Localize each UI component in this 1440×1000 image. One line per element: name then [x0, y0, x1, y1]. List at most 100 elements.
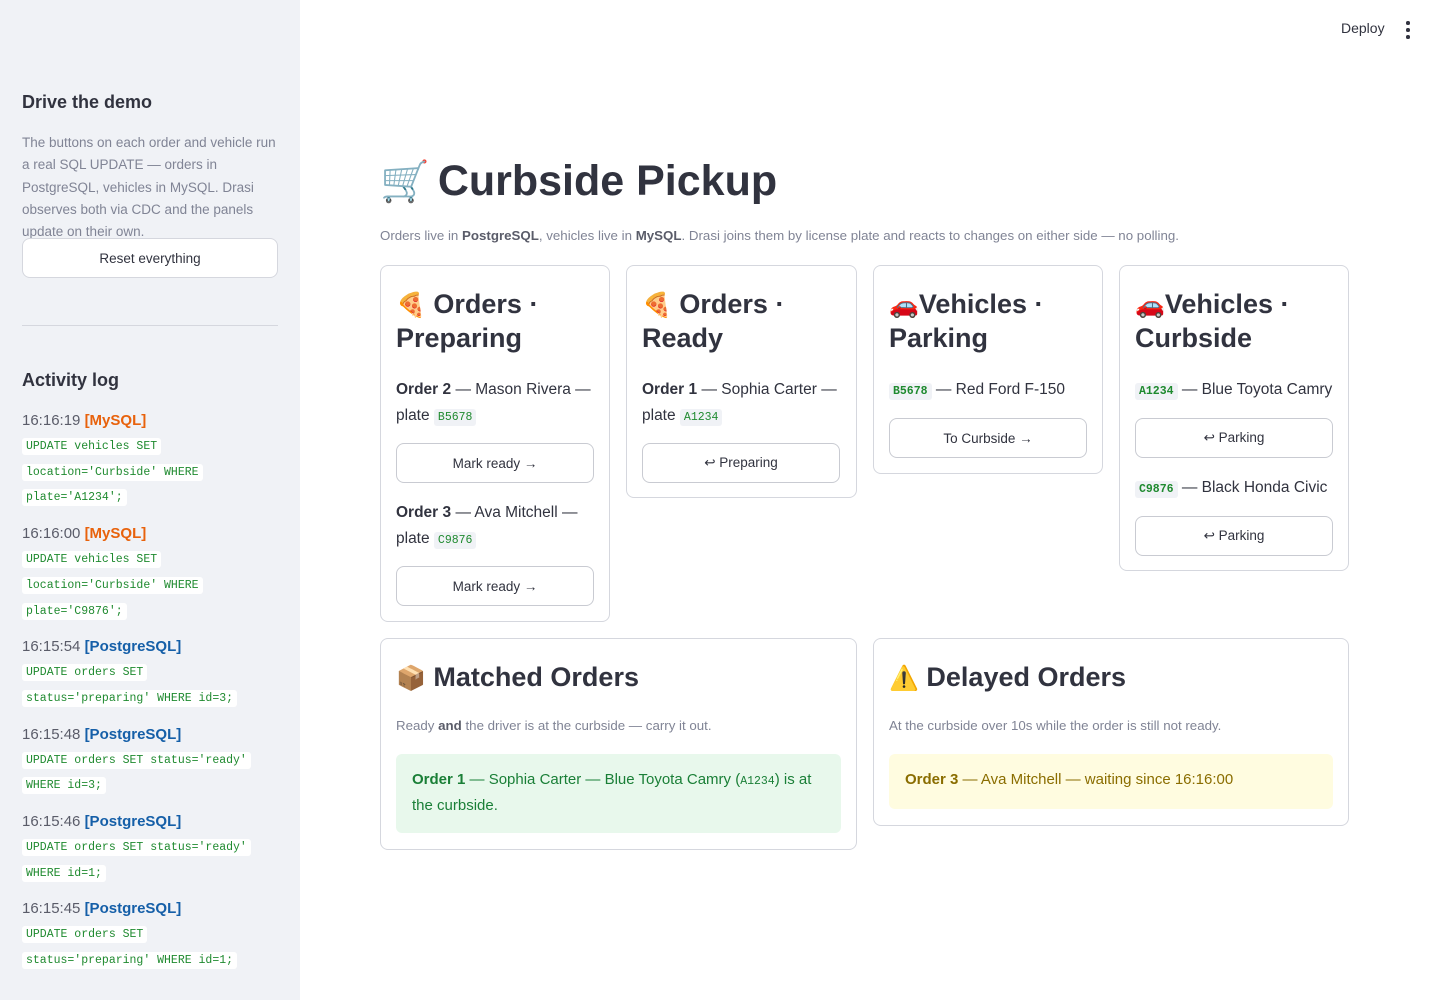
- vehicle-description: — Blue Toyota Camry: [1177, 381, 1333, 398]
- car-icon: 🚗: [889, 291, 919, 319]
- log-sql-line: status='preparing' WHERE id=3;: [22, 686, 278, 712]
- log-sql-line: UPDATE vehicles SET: [22, 547, 278, 573]
- log-source: [PostgreSQL]: [84, 900, 182, 918]
- sql-code: status='preparing' WHERE id=3;: [22, 689, 238, 707]
- order-item: Order 2 — Mason Rivera — plate B5678: [396, 377, 596, 431]
- vehicle-item: B5678 — Red Ford F-150: [889, 377, 1089, 405]
- page-title-text: Curbside Pickup: [437, 157, 778, 205]
- warning-icon: ⚠️: [889, 664, 919, 692]
- mark-ready-button[interactable]: Mark ready →: [396, 566, 594, 606]
- back-to-parking-button[interactable]: ↩ Parking: [1135, 516, 1333, 556]
- to-curbside-button[interactable]: To Curbside →: [889, 418, 1087, 458]
- mark-ready-button[interactable]: Mark ready →: [396, 443, 594, 483]
- more-vertical-icon[interactable]: [1400, 21, 1416, 39]
- panel-delayed-orders: ⚠️ Delayed Orders At the curbside over 1…: [873, 638, 1349, 826]
- panel-title: 🍕 Orders · Ready: [642, 288, 784, 355]
- sql-code: plate='A1234';: [22, 489, 127, 507]
- log-entry: 16:15:54 [PostgreSQL] UPDATE orders SET st…: [22, 634, 278, 711]
- sql-code: WHERE id=1;: [22, 864, 106, 882]
- log-time: 16:16:19: [22, 412, 81, 429]
- log-entry: 16:16:19 [MySQL] UPDATE vehicles SET locat…: [22, 408, 278, 511]
- matched-order-alert: Order 1 — Sophia Carter — Blue Toyota Ca…: [396, 754, 841, 833]
- order-customer: — Sophia Carter —: [697, 381, 837, 398]
- log-sql: UPDATE orders SET status='ready' WHERE id…: [22, 835, 278, 886]
- sql-code: plate='C9876';: [22, 602, 127, 620]
- panel-title-text: Matched Orders: [433, 662, 639, 692]
- sql-code: UPDATE orders SET: [22, 926, 148, 944]
- page-title: 🛒 Curbside Pickup: [380, 157, 777, 206]
- panel-orders-ready: 🍕 Orders · Ready Order 1 — Sophia Carter …: [626, 265, 857, 498]
- order-item: Order 3 — Ava Mitchell — plate C9876: [396, 500, 596, 554]
- panel-title-line1: Orders ·: [433, 289, 539, 319]
- log-entry: 16:16:00 [MySQL] UPDATE vehicles SET locat…: [22, 521, 278, 624]
- order-id: Order 2: [396, 381, 452, 398]
- log-sql-line: UPDATE orders SET: [22, 660, 278, 686]
- shopping-cart-icon: 🛒: [380, 160, 430, 204]
- log-sql-line: plate='A1234';: [22, 485, 278, 511]
- log-entry: 16:15:46 [PostgreSQL] UPDATE orders SET s…: [22, 809, 278, 886]
- log-source: [PostgreSQL]: [84, 638, 182, 656]
- log-sql: UPDATE orders SET status='preparing' WHER…: [22, 922, 278, 973]
- panel-title: 🚗Vehicles · Parking: [889, 288, 1043, 355]
- log-time: 16:16:00: [22, 525, 81, 543]
- log-sql-line: UPDATE orders SET status='ready': [22, 835, 278, 861]
- delayed-order-alert: Order 3 — Ava Mitchell — waiting since 1…: [889, 754, 1333, 809]
- desc-emphasis: and: [438, 718, 462, 733]
- plate-code: C9876: [1135, 481, 1178, 498]
- activity-log-title: Activity log: [22, 370, 120, 390]
- log-sql-line: plate='C9876';: [22, 599, 278, 625]
- log-entry-header: 16:16:19 [MySQL]: [22, 408, 278, 434]
- panel-title: 🍕 Orders · Preparing: [396, 288, 538, 355]
- back-to-parking-button[interactable]: ↩ Parking: [1135, 418, 1333, 458]
- page-subtitle: Orders live in PostgreSQL, vehicles live…: [380, 228, 1179, 243]
- car-icon: 🚗: [1135, 291, 1165, 319]
- log-entry: 16:15:45 [PostgreSQL] UPDATE orders SET st…: [22, 896, 278, 973]
- log-sql-line: UPDATE orders SET: [22, 922, 278, 948]
- vehicle-description: — Black Honda Civic: [1177, 479, 1328, 496]
- sql-code: status='preparing' WHERE id=1;: [22, 952, 238, 970]
- reset-button[interactable]: Reset everything: [22, 238, 278, 278]
- log-source: [PostgreSQL]: [84, 725, 182, 743]
- vehicle-description: — Red Ford F-150: [931, 381, 1066, 398]
- subtitle-text: Orders live in: [380, 228, 463, 243]
- sql-code: location='Curbside' WHERE: [22, 463, 203, 481]
- order-customer: — Mason Rivera —: [451, 381, 591, 398]
- order-customer: — Ava Mitchell —: [451, 504, 578, 521]
- package-icon: 📦: [396, 664, 426, 692]
- sql-code: UPDATE vehicles SET: [22, 551, 162, 569]
- panel-title: 🚗Vehicles · Curbside: [1135, 288, 1289, 355]
- plate-label: plate: [642, 407, 680, 424]
- log-time: 16:15:54: [22, 638, 81, 656]
- log-sql-line: status='preparing' WHERE id=1;: [22, 948, 278, 974]
- panel-title: 📦 Matched Orders: [396, 661, 639, 695]
- sql-code: UPDATE vehicles SET: [22, 438, 162, 455]
- panel-title-line2: Preparing: [396, 323, 523, 353]
- alert-order-id: Order 3: [905, 771, 959, 788]
- subtitle-db-mysql: MySQL: [635, 228, 682, 243]
- subtitle-text: . Drasi joins them by license plate and …: [681, 228, 1179, 243]
- plate-code: C9876: [433, 532, 477, 549]
- order-id: Order 1: [642, 381, 698, 398]
- sidebar-divider: [22, 325, 278, 326]
- panel-description: At the curbside over 10s while the order…: [889, 718, 1222, 733]
- pizza-icon: 🍕: [642, 291, 672, 319]
- log-time: 16:15:48: [22, 725, 81, 743]
- alert-text: — Ava Mitchell — waiting since 16:16:00: [958, 771, 1234, 788]
- log-entry-header: 16:15:48 [PostgreSQL]: [22, 722, 278, 748]
- deploy-button[interactable]: Deploy: [1341, 20, 1385, 36]
- back-to-preparing-button[interactable]: ↩ Preparing: [642, 443, 840, 483]
- panel-title: ⚠️ Delayed Orders: [889, 661, 1126, 695]
- log-sql: UPDATE vehicles SET location='Curbside' W…: [22, 434, 278, 511]
- log-source: [MySQL]: [84, 412, 147, 429]
- alert-order-id: Order 1: [412, 771, 466, 788]
- plate-code: A1234: [1135, 383, 1178, 400]
- panel-title-text: Delayed Orders: [926, 662, 1127, 692]
- sidebar: Drive the demo The buttons on each order…: [0, 0, 300, 1000]
- log-sql-line: WHERE id=1;: [22, 861, 278, 887]
- desc-text: the driver is at the curbside — carry it…: [461, 718, 712, 733]
- log-entry-header: 16:15:54 [PostgreSQL]: [22, 634, 278, 660]
- plate-code: B5678: [889, 383, 932, 400]
- subtitle-text: , vehicles live in: [538, 228, 636, 243]
- panel-title-line1: Vehicles ·: [918, 289, 1044, 319]
- log-sql-line: location='Curbside' WHERE: [22, 573, 278, 599]
